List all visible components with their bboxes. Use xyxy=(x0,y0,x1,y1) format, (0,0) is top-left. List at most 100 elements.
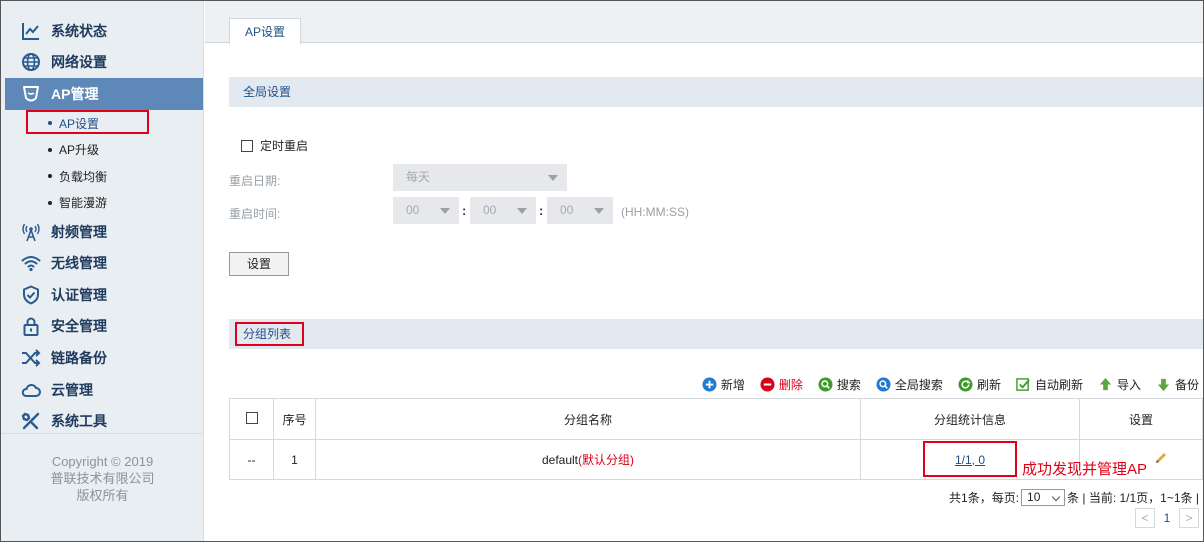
sidebar-divider xyxy=(1,433,204,434)
reboot-date-select[interactable]: 每天 xyxy=(393,164,567,191)
add-button[interactable]: 新增 xyxy=(702,376,745,393)
globe-icon xyxy=(21,52,41,72)
current-page[interactable]: 1 xyxy=(1161,511,1173,525)
import-button[interactable]: 导入 xyxy=(1098,376,1141,393)
main-content: AP设置 全局设置 定时重启 重启日期: 每天 重启时间: 00 : 00 : … xyxy=(205,1,1203,541)
sidebar-item-ap-management[interactable]: AP管理 xyxy=(5,78,203,110)
delete-label: 删除 xyxy=(778,378,803,392)
select-all-checkbox[interactable] xyxy=(245,411,258,424)
prev-page-button[interactable]: < xyxy=(1135,508,1155,528)
import-label: 导入 xyxy=(1116,378,1141,392)
highlight-ap-settings xyxy=(26,110,149,134)
copyright-company: 普联技术有限公司 xyxy=(50,471,155,486)
sidebar-item-label: 认证管理 xyxy=(51,286,107,303)
add-label: 新增 xyxy=(720,378,745,392)
sidebar-item-security[interactable]: 安全管理 xyxy=(1,311,203,343)
per-page-value: 10 xyxy=(1027,490,1041,504)
reboot-second-select[interactable]: 00 xyxy=(547,197,613,224)
refresh-label: 刷新 xyxy=(976,378,1001,392)
select-all-cell[interactable] xyxy=(229,398,274,440)
search-button[interactable]: 搜索 xyxy=(818,376,861,393)
copyright-rights: 版权所有 xyxy=(76,488,129,503)
search-icon xyxy=(818,377,833,392)
annotation-text: 成功发现并管理AP xyxy=(1022,461,1148,478)
sidebar-subitem-load-balance[interactable]: 负载均衡 xyxy=(1,163,203,190)
sidebar-item-rf-management[interactable]: 射频管理 xyxy=(1,216,203,248)
timed-reboot-checkbox[interactable] xyxy=(241,139,253,152)
per-page-select[interactable]: 10 xyxy=(1021,489,1066,506)
group-name: default xyxy=(541,453,579,467)
sidebar-item-auth[interactable]: 认证管理 xyxy=(1,279,203,311)
lock-icon xyxy=(21,316,41,337)
default-group-tag: (默认分组) xyxy=(578,453,635,467)
chart-line-icon xyxy=(21,21,41,41)
timed-reboot-checkbox-row[interactable]: 定时重启 xyxy=(241,137,308,154)
sidebar-item-system-status[interactable]: 系统状态 xyxy=(1,15,203,47)
auto-refresh-label: 自动刷新 xyxy=(1034,378,1083,392)
sidebar-subitem-ap-upgrade[interactable]: AP升级 xyxy=(1,136,203,163)
delete-button[interactable]: 删除 xyxy=(760,376,803,393)
subitem-label: 智能漫游 xyxy=(59,196,108,211)
set-button[interactable]: 设置 xyxy=(229,252,289,276)
sidebar-nav: 系统状态 网络设置 AP管理 AP设置 AP升级 负载均衡 智能漫游 射频管理 … xyxy=(1,1,203,437)
next-page-button[interactable]: > xyxy=(1179,508,1199,528)
sidebar-item-label: 链路备份 xyxy=(51,349,107,366)
dropdown-caret-icon xyxy=(594,208,604,214)
copyright-line: Copyright © 2019 xyxy=(51,454,154,469)
cloud-icon xyxy=(21,380,41,400)
global-search-icon xyxy=(876,377,891,392)
reboot-hour-select[interactable]: 00 xyxy=(393,197,459,224)
auto-refresh-button[interactable]: 自动刷新 xyxy=(1016,376,1083,393)
subitem-label: 负载均衡 xyxy=(59,169,108,184)
column-header-settings: 设置 xyxy=(1079,398,1203,440)
time-format-hint: (HH:MM:SS) xyxy=(621,205,689,219)
sidebar-item-label: 云管理 xyxy=(51,381,93,398)
tools-icon xyxy=(21,411,41,431)
backup-button[interactable]: 备份 xyxy=(1156,376,1199,393)
copyright: Copyright © 2019 普联技术有限公司 版权所有 xyxy=(1,453,204,504)
sidebar-item-wireless[interactable]: 无线管理 xyxy=(1,247,203,279)
sidebar-item-network[interactable]: 网络设置 xyxy=(1,47,203,79)
second-value: 00 xyxy=(560,203,574,217)
sidebar-item-label: 网络设置 xyxy=(51,54,107,71)
shuffle-icon xyxy=(21,348,41,368)
refresh-icon xyxy=(958,377,973,392)
sidebar-subitem-smart-roaming[interactable]: 智能漫游 xyxy=(1,189,203,216)
subitem-label: AP升级 xyxy=(59,143,100,158)
tab-ap-settings[interactable]: AP设置 xyxy=(229,18,301,44)
add-circle-icon xyxy=(702,377,717,392)
reboot-minute-select[interactable]: 00 xyxy=(470,197,536,224)
timed-reboot-label: 定时重启 xyxy=(260,139,309,153)
column-header-index: 序号 xyxy=(273,398,316,440)
backup-label: 备份 xyxy=(1174,378,1199,392)
dropdown-caret-icon xyxy=(548,175,558,181)
sidebar-item-link-backup[interactable]: 链路备份 xyxy=(1,342,203,374)
ap-shield-icon xyxy=(21,84,41,104)
edit-pencil-icon[interactable] xyxy=(1153,450,1169,466)
column-header-group-stats: 分组统计信息 xyxy=(860,398,1080,440)
time-separator: : xyxy=(539,203,544,218)
search-label: 搜索 xyxy=(836,378,861,392)
antenna-icon xyxy=(21,222,41,242)
pagination-info: 共1条，每页: 10 条 | 当前: 1/1页，1~1条 | xyxy=(949,489,1199,506)
chevron-down-icon xyxy=(1051,492,1061,502)
import-icon xyxy=(1099,377,1112,391)
time-separator: : xyxy=(462,203,467,218)
global-settings-header: 全局设置 xyxy=(229,77,1203,107)
delete-circle-icon xyxy=(760,377,775,392)
sidebar-item-cloud[interactable]: 云管理 xyxy=(1,374,203,406)
row-group-name: default(默认分组) xyxy=(315,439,861,480)
app-window: 系统状态 网络设置 AP管理 AP设置 AP升级 负载均衡 智能漫游 射频管理 … xyxy=(0,0,1204,542)
global-search-button[interactable]: 全局搜索 xyxy=(876,376,943,393)
sidebar-item-label: 系统状态 xyxy=(51,22,107,39)
sidebar-item-label: 无线管理 xyxy=(51,255,107,272)
shield-check-icon xyxy=(21,285,41,305)
refresh-button[interactable]: 刷新 xyxy=(958,376,1001,393)
reboot-date-value: 每天 xyxy=(406,170,431,184)
wifi-icon xyxy=(21,253,41,273)
sidebar-item-label: AP管理 xyxy=(51,85,99,102)
sidebar-item-label: 射频管理 xyxy=(51,223,107,240)
pager-total: 共1条，每页: xyxy=(949,491,1020,505)
auto-refresh-icon xyxy=(1016,378,1030,391)
sidebar-item-label: 系统工具 xyxy=(51,413,107,430)
